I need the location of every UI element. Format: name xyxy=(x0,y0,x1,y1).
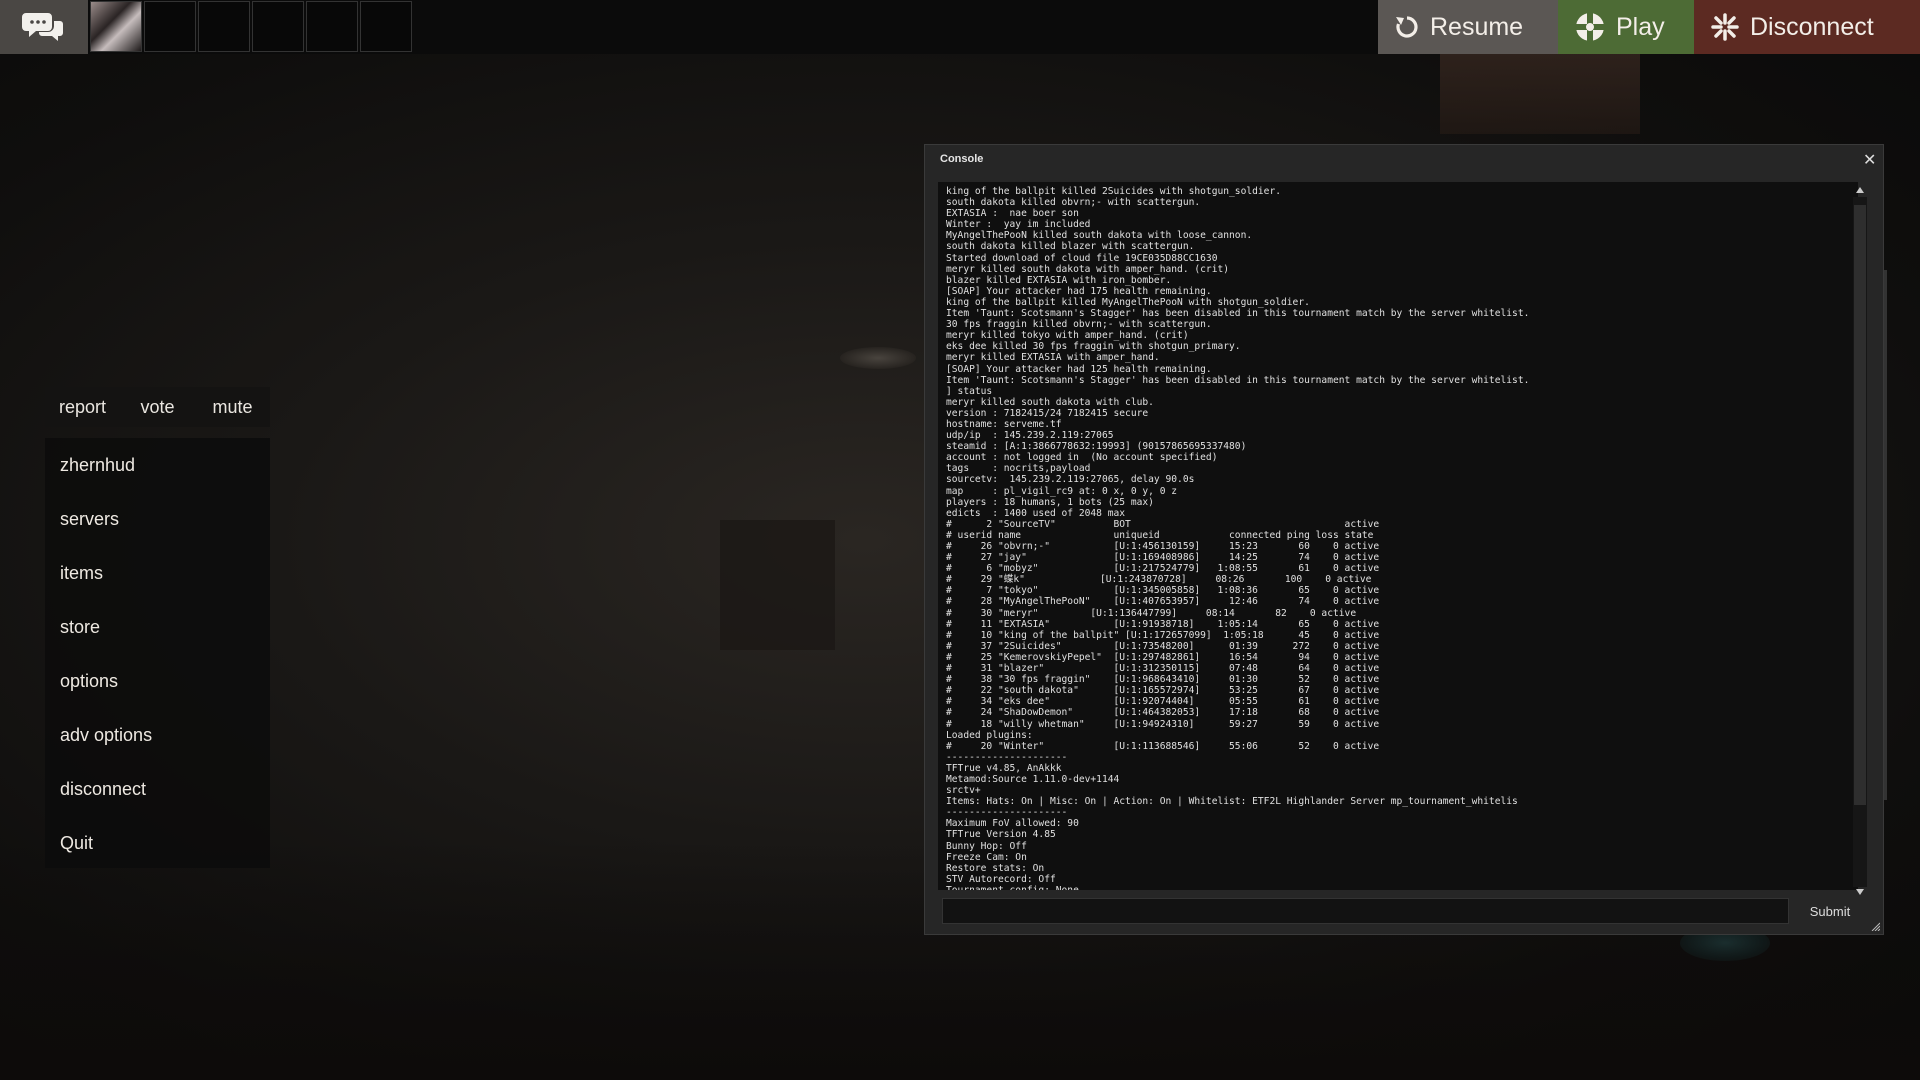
top-bar: Resume Play Disconnect xyxy=(0,0,1920,54)
scroll-track[interactable] xyxy=(1853,197,1867,887)
console-command-input[interactable] xyxy=(942,898,1789,924)
report-button[interactable]: report xyxy=(45,387,120,427)
mute-button[interactable]: mute xyxy=(195,387,270,427)
console-title: Console xyxy=(940,153,984,165)
menu-item-adv-options[interactable]: adv options xyxy=(45,708,270,762)
console-log-text: king of the ballpit killed 2Suicides wit… xyxy=(946,186,1530,890)
submit-button[interactable]: Submit xyxy=(1798,898,1862,924)
party-slot-empty[interactable] xyxy=(144,1,196,52)
background-ceiling-light xyxy=(840,347,916,369)
quick-actions-bar: report vote mute xyxy=(45,387,270,427)
play-button[interactable]: Play xyxy=(1558,0,1694,54)
menu-item-items[interactable]: items xyxy=(45,546,270,600)
screen-edge-divider xyxy=(1884,270,1887,800)
menu-item-quit[interactable]: Quit xyxy=(45,816,270,870)
scroll-up-arrow-icon[interactable] xyxy=(1856,187,1864,193)
main-menu: zhernhud servers items store options adv… xyxy=(45,438,270,868)
party-avatar-1[interactable] xyxy=(90,1,142,52)
chat-button[interactable] xyxy=(0,0,88,54)
party-slot-empty[interactable] xyxy=(306,1,358,52)
party-slot-empty[interactable] xyxy=(252,1,304,52)
resume-label: Resume xyxy=(1430,12,1524,41)
scroll-down-arrow-icon[interactable] xyxy=(1856,889,1864,895)
play-label: Play xyxy=(1616,12,1665,41)
close-icon[interactable]: ✕ xyxy=(1863,150,1876,170)
console-scrollbar[interactable] xyxy=(1853,187,1867,895)
console-output[interactable]: king of the ballpit killed 2Suicides wit… xyxy=(938,182,1858,890)
vote-button[interactable]: vote xyxy=(120,387,195,427)
disconnect-label: Disconnect xyxy=(1750,12,1874,41)
disconnect-button[interactable]: Disconnect xyxy=(1694,0,1920,54)
console-window[interactable]: Console ✕ king of the ballpit killed 2Su… xyxy=(924,144,1884,935)
menu-item-disconnect[interactable]: disconnect xyxy=(45,762,270,816)
tf2-logo-icon xyxy=(1576,13,1604,41)
resume-arrow-icon xyxy=(1396,16,1418,38)
menu-item-servers[interactable]: servers xyxy=(45,492,270,546)
menu-item-options[interactable]: options xyxy=(45,654,270,708)
resize-grip-icon[interactable] xyxy=(1870,921,1880,931)
menu-item-store[interactable]: store xyxy=(45,600,270,654)
background-doorway xyxy=(720,520,835,650)
menu-item-zhernhud[interactable]: zhernhud xyxy=(45,438,270,492)
party-slot-empty[interactable] xyxy=(360,1,412,52)
disconnect-burst-icon xyxy=(1711,13,1739,41)
scroll-thumb[interactable] xyxy=(1854,205,1866,805)
chat-bubbles-icon xyxy=(22,13,63,41)
background-wall xyxy=(1440,54,1640,134)
party-slot-empty[interactable] xyxy=(198,1,250,52)
resume-button[interactable]: Resume xyxy=(1378,0,1558,54)
